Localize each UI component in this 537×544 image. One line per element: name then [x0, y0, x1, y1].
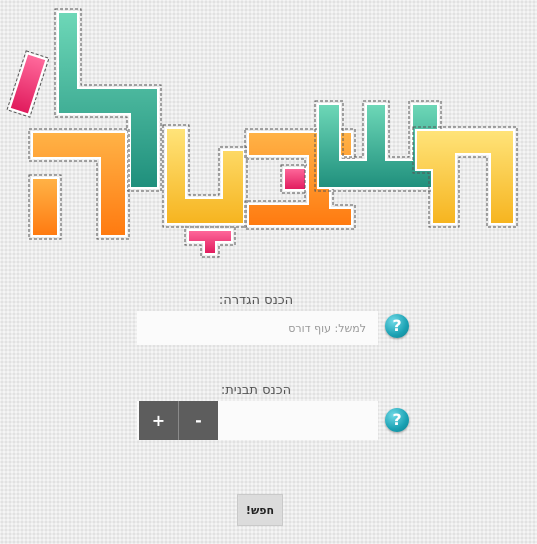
add-letter-button[interactable]: +	[139, 401, 178, 440]
definition-input[interactable]	[137, 311, 378, 345]
logo-dot-pink	[184, 226, 236, 258]
search-button[interactable]: חפש!	[237, 494, 283, 526]
logo-tav-yellow	[412, 126, 518, 228]
pattern-help-icon[interactable]: ?	[385, 408, 409, 432]
logo	[6, 8, 518, 258]
logo-he-orange	[28, 128, 130, 240]
definition-label: הכנס הגדרה:	[218, 293, 294, 308]
pattern-label: הכנס תבנית:	[220, 383, 292, 398]
definition-help-icon[interactable]: ?	[385, 314, 409, 338]
remove-letter-button[interactable]: -	[179, 401, 218, 440]
logo-yod-pink	[6, 50, 50, 118]
